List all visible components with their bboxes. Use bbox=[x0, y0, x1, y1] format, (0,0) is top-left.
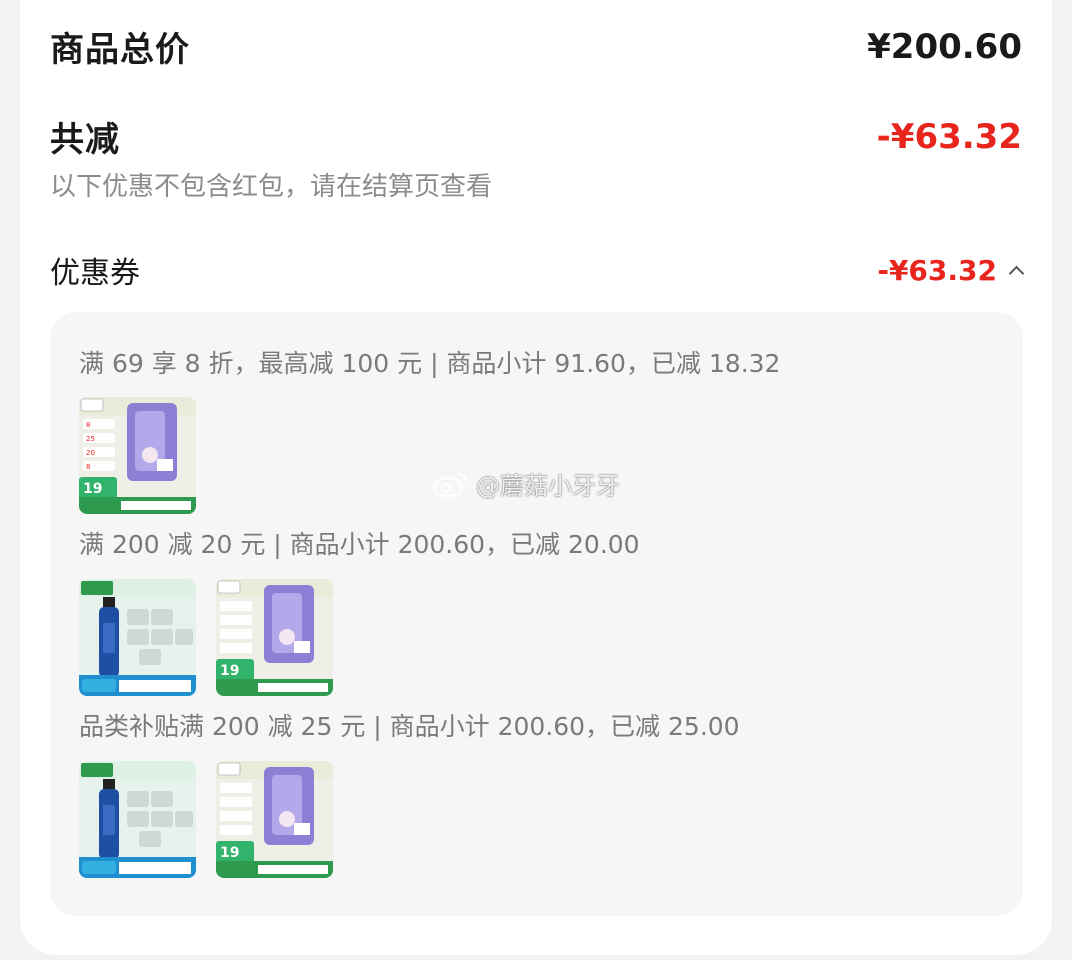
lavender-pads-image: 19 bbox=[216, 579, 333, 696]
green-spray-product[interactable] bbox=[79, 761, 196, 878]
lavender-pads-image: 19 bbox=[216, 761, 333, 878]
total-price-value: ¥200.60 bbox=[867, 26, 1022, 67]
green-spray-product[interactable] bbox=[79, 579, 196, 696]
svg-text:8: 8 bbox=[86, 463, 90, 471]
total-price-label: 商品总价 bbox=[50, 30, 190, 70]
green-spray-image bbox=[79, 761, 196, 878]
coupon-label: 优惠券 bbox=[50, 256, 140, 291]
coupon-rule-text: 满 200 减 20 元 | 商品小计 200.60，已减 20.00 bbox=[79, 530, 640, 559]
coupon-rule-text: 品类补贴满 200 减 25 元 | 商品小计 200.60，已减 25.00 bbox=[79, 712, 740, 741]
lavender-pads-product[interactable]: 8 25 20 8 19 bbox=[79, 397, 196, 514]
lavender-pads-product[interactable]: 19 bbox=[216, 579, 333, 696]
svg-text:20: 20 bbox=[86, 449, 95, 457]
coupon-row[interactable]: 优惠券 -¥63.32 bbox=[50, 248, 1025, 292]
total-discount-label: 共减 bbox=[50, 120, 120, 160]
svg-text:8: 8 bbox=[86, 421, 90, 429]
green-spray-image bbox=[79, 579, 196, 696]
watermark-text: @蘑菇小牙牙 bbox=[476, 472, 620, 500]
coupon-detail-panel: 满 69 享 8 折，最高减 100 元 | 商品小计 91.60，已减 18.… bbox=[50, 312, 1023, 916]
coupon-value: -¥63.32 bbox=[877, 253, 997, 287]
chevron-up-icon[interactable] bbox=[1008, 265, 1025, 281]
lavender-pads-image: 8 25 20 8 19 bbox=[79, 397, 196, 514]
coupon-amount[interactable]: -¥63.32 bbox=[877, 253, 1025, 287]
coupon-rule-text: 满 69 享 8 折，最高减 100 元 | 商品小计 91.60，已减 18.… bbox=[79, 349, 781, 378]
lavender-pads-product[interactable]: 19 bbox=[216, 761, 333, 878]
total-discount-value: -¥63.32 bbox=[876, 116, 1022, 157]
watermark: @蘑菇小牙牙 bbox=[432, 466, 620, 501]
svg-text:19: 19 bbox=[83, 481, 102, 497]
discount-note: 以下优惠不包含红包，请在结算页查看 bbox=[50, 172, 493, 202]
svg-text:19: 19 bbox=[220, 845, 239, 861]
total-price-row: 商品总价 ¥200.60 bbox=[50, 22, 1022, 71]
svg-text:25: 25 bbox=[86, 435, 95, 443]
svg-text:19: 19 bbox=[220, 663, 239, 679]
total-discount-row: 共减 -¥63.32 bbox=[50, 112, 1022, 161]
weibo-icon bbox=[432, 470, 470, 498]
